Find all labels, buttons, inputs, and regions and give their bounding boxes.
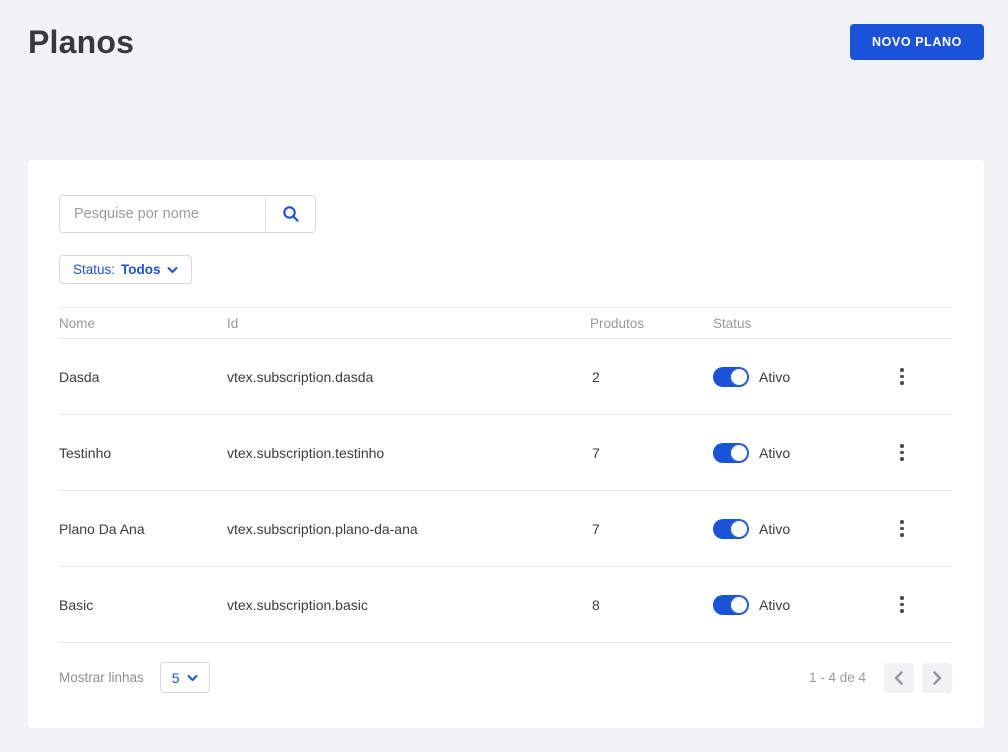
previous-page-button[interactable] — [884, 663, 914, 693]
kebab-menu-icon[interactable] — [892, 590, 912, 619]
status-toggle[interactable] — [713, 519, 749, 539]
toggle-knob — [730, 596, 748, 614]
kebab-menu-icon[interactable] — [892, 514, 912, 543]
cell-produtos: 8 — [590, 597, 713, 613]
table-row[interactable]: Dasda vtex.subscription.dasda 2 Ativo — [59, 339, 952, 415]
plans-card: Status: Todos Nome Id Produtos Status Da… — [28, 160, 984, 728]
pagination-range: 1 - 4 de 4 — [809, 670, 866, 685]
cell-produtos: 7 — [590, 521, 713, 537]
cell-nome: Testinho — [59, 445, 227, 461]
status-filter-value: Todos — [121, 262, 161, 277]
status-label: Ativo — [759, 597, 790, 613]
plans-table: Nome Id Produtos Status Dasda vtex.subsc… — [59, 307, 952, 643]
cell-nome: Plano Da Ana — [59, 521, 227, 537]
cell-status: Ativo — [713, 367, 888, 387]
chevron-down-icon — [187, 674, 198, 682]
page-title: Planos — [28, 24, 134, 61]
cell-actions — [888, 590, 952, 619]
table-header-row: Nome Id Produtos Status — [59, 307, 952, 339]
table-row[interactable]: Plano Da Ana vtex.subscription.plano-da-… — [59, 491, 952, 567]
search-button[interactable] — [265, 196, 315, 232]
status-toggle[interactable] — [713, 595, 749, 615]
column-header-nome: Nome — [59, 316, 227, 331]
status-label: Ativo — [759, 445, 790, 461]
table-row[interactable]: Basic vtex.subscription.basic 8 Ativo — [59, 567, 952, 643]
rows-per-page-select[interactable]: 5 — [160, 662, 210, 693]
status-label: Ativo — [759, 369, 790, 385]
cell-id: vtex.subscription.plano-da-ana — [227, 521, 590, 537]
column-header-produtos: Produtos — [590, 316, 713, 331]
page: Planos NOVO PLANO Status: Todos — [0, 0, 1008, 728]
chevron-down-icon — [167, 266, 178, 274]
novo-plano-button[interactable]: NOVO PLANO — [850, 24, 984, 60]
status-label: Ativo — [759, 521, 790, 537]
cell-actions — [888, 438, 952, 467]
rows-per-page-value: 5 — [172, 670, 180, 686]
cell-produtos: 2 — [590, 369, 713, 385]
kebab-menu-icon[interactable] — [892, 438, 912, 467]
status-filter-label: Status: — [73, 262, 115, 277]
cell-actions — [888, 514, 952, 543]
cell-produtos: 7 — [590, 445, 713, 461]
column-header-status: Status — [713, 316, 888, 331]
cell-status: Ativo — [713, 443, 888, 463]
table-row[interactable]: Testinho vtex.subscription.testinho 7 At… — [59, 415, 952, 491]
cell-status: Ativo — [713, 595, 888, 615]
chevron-left-icon — [894, 671, 904, 685]
cell-nome: Basic — [59, 597, 227, 613]
cell-actions — [888, 362, 952, 391]
cell-id: vtex.subscription.basic — [227, 597, 590, 613]
cell-nome: Dasda — [59, 369, 227, 385]
search-input[interactable] — [60, 196, 265, 232]
status-filter-chip[interactable]: Status: Todos — [59, 255, 192, 284]
status-toggle[interactable] — [713, 367, 749, 387]
toggle-knob — [730, 368, 748, 386]
cell-id: vtex.subscription.dasda — [227, 369, 590, 385]
search-bar — [59, 195, 316, 233]
chevron-right-icon — [932, 671, 942, 685]
page-header: Planos NOVO PLANO — [28, 0, 984, 64]
toggle-knob — [730, 444, 748, 462]
next-page-button[interactable] — [922, 663, 952, 693]
kebab-menu-icon[interactable] — [892, 362, 912, 391]
column-header-id: Id — [227, 316, 590, 331]
table-footer: Mostrar linhas 5 1 - 4 de 4 — [59, 662, 952, 693]
toggle-knob — [730, 520, 748, 538]
filter-row: Status: Todos — [59, 255, 952, 284]
cell-id: vtex.subscription.testinho — [227, 445, 590, 461]
cell-status: Ativo — [713, 519, 888, 539]
search-icon — [282, 205, 300, 223]
status-toggle[interactable] — [713, 443, 749, 463]
rows-per-page-label: Mostrar linhas — [59, 670, 144, 685]
